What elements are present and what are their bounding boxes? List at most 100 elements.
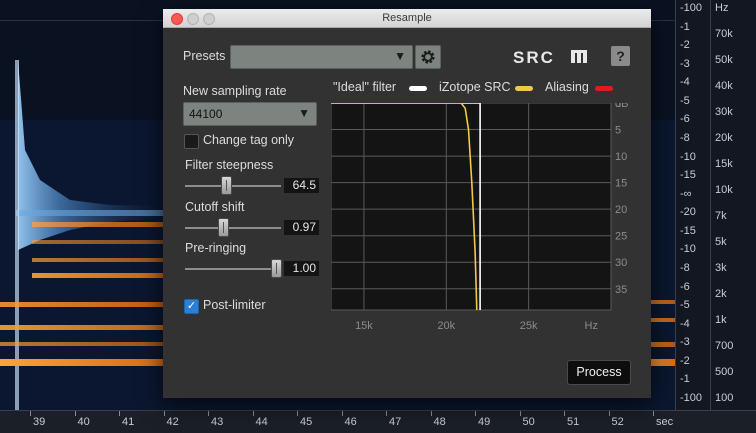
time-ruler-label: 50: [522, 416, 535, 428]
time-ruler-label: 41: [122, 416, 135, 428]
title-bar[interactable]: Resample: [163, 9, 651, 28]
hz-ruler-label: 3k: [715, 262, 727, 274]
y-unit-label: dB: [615, 103, 628, 110]
time-ruler-label: 49: [478, 416, 491, 428]
db-ruler-label: -10: [680, 243, 696, 256]
hz-ruler-label: 30k: [715, 106, 733, 118]
post-limiter-label: Post-limiter: [203, 298, 266, 312]
db-ruler-label: -15: [680, 169, 696, 182]
amplitude-ruler: -100 -1 -2 -3 -4 -5 -6 -8 -10 -15 -∞ -20 -15 -10 -8 -6 -…: [675, 0, 710, 410]
pre-ringing-handle[interactable]: [271, 259, 283, 278]
checkmark-icon: ✓: [186, 300, 197, 312]
filter-response-chart: 05101520253035dB15k 20k 25k Hz: [331, 103, 628, 332]
time-ruler-tick: [608, 411, 610, 416]
time-ruler-label: 47: [389, 416, 402, 428]
time-ruler-label: 42: [166, 416, 179, 428]
sampling-rate-dropdown[interactable]: 44100 ▼: [183, 102, 317, 126]
hz-ruler-label: 100: [715, 392, 734, 404]
legend-izotope-label: iZotope SRC: [439, 80, 511, 94]
time-ruler-label: 46: [344, 416, 357, 428]
hz-ruler-label: 500: [715, 366, 734, 378]
time-ruler-label: 43: [211, 416, 224, 428]
db-ruler-label: -∞: [680, 187, 692, 200]
hz-ruler-label: 20k: [715, 132, 733, 144]
legend-ideal-swatch: [409, 86, 427, 91]
chevron-down-icon: ▼: [394, 49, 406, 63]
time-ruler-label: 45: [300, 416, 313, 428]
plot-area: [331, 103, 612, 311]
x-tick-label: 25k: [520, 320, 538, 332]
db-ruler-label: -6: [680, 280, 690, 293]
time-ruler-tick: [341, 411, 343, 416]
post-limiter-checkbox[interactable]: ✓: [184, 299, 199, 314]
presets-settings-button[interactable]: [415, 45, 441, 69]
help-button[interactable]: ?: [611, 46, 630, 66]
pre-ringing-value[interactable]: 1.00: [284, 261, 319, 276]
time-ruler-label: 52: [611, 416, 624, 428]
time-ruler-label: 51: [567, 416, 580, 428]
db-ruler-label: -8: [680, 132, 690, 144]
hz-ruler-label: 70k: [715, 28, 733, 40]
process-button[interactable]: Process: [567, 360, 631, 385]
db-ruler-label: -4: [680, 317, 690, 330]
time-ruler-label: 40: [77, 416, 90, 428]
legend-ideal-label: "Ideal" filter: [333, 80, 397, 94]
sampling-rate-value: 44100: [189, 107, 223, 121]
y-tick-label: 30: [615, 257, 627, 269]
db-ruler-label: -5: [680, 299, 690, 312]
filter-steepness-value[interactable]: 64.5: [284, 178, 319, 193]
time-ruler-tick: [252, 411, 254, 416]
y-tick-label: 20: [615, 204, 627, 216]
dialog-title: Resample: [382, 12, 432, 24]
hz-ruler-label: 1k: [715, 314, 727, 326]
db-ruler-label: -2: [680, 39, 690, 52]
db-ruler-label: -1: [680, 20, 690, 33]
pre-ringing-label: Pre-ringing: [185, 241, 247, 255]
db-ruler-label: -3: [680, 336, 690, 349]
db-ruler-label: -20: [680, 206, 696, 219]
cutoff-shift-slider[interactable]: [185, 227, 281, 229]
hz-ruler-label: 700: [715, 340, 734, 352]
time-ruler: 39 40 41 42 43 44 45 46 47 48 49 50 51 52 sec: [0, 410, 756, 433]
cutoff-shift-value[interactable]: 0.97: [284, 220, 319, 235]
time-ruler-label: sec: [656, 416, 674, 428]
db-ruler-label: -2: [680, 354, 690, 367]
time-ruler-tick: [430, 411, 432, 416]
time-ruler-tick: [475, 411, 476, 416]
db-ruler-label: -3: [680, 57, 690, 70]
change-tag-checkbox[interactable]: [184, 134, 199, 149]
time-ruler-tick: [564, 411, 565, 416]
db-ruler-label: -4: [680, 76, 690, 89]
gear-icon: [421, 50, 435, 64]
y-tick-label: 25: [615, 231, 627, 243]
hz-ruler-label: 10k: [715, 184, 733, 196]
chevron-down-icon: ▼: [298, 106, 310, 120]
cutoff-shift-handle[interactable]: [218, 218, 230, 237]
hz-ruler-label: 5k: [715, 236, 727, 248]
time-ruler-tick: [653, 411, 654, 416]
filter-steepness-label: Filter steepness: [185, 158, 274, 172]
y-tick-label: 15: [615, 178, 627, 190]
y-tick-label: 10: [615, 151, 627, 163]
time-ruler-tick: [297, 411, 298, 416]
filter-steepness-handle[interactable]: [221, 176, 233, 195]
hz-ruler-label: Hz: [715, 2, 729, 14]
db-ruler-label: -5: [680, 94, 690, 107]
db-ruler-label: -15: [680, 224, 696, 237]
db-ruler-label: -100: [680, 392, 703, 404]
time-ruler-label: 44: [255, 416, 268, 428]
hz-ruler-label: 7k: [715, 210, 727, 222]
presets-dropdown[interactable]: ▼: [230, 45, 413, 69]
x-tick-label: Hz: [585, 320, 598, 332]
y-tick-label: 35: [615, 284, 627, 296]
db-ruler-label: -1: [680, 373, 690, 386]
filter-steepness-slider[interactable]: [185, 185, 281, 187]
legend-aliasing-label: Aliasing: [545, 80, 589, 94]
legend-izotope-swatch: [515, 86, 533, 91]
time-ruler-tick: [519, 411, 521, 416]
time-ruler-tick: [386, 411, 387, 416]
x-tick-label: 15k: [355, 320, 373, 332]
pre-ringing-slider[interactable]: [185, 268, 281, 270]
time-ruler-tick: [74, 411, 76, 416]
hz-ruler-label: 50k: [715, 54, 733, 66]
